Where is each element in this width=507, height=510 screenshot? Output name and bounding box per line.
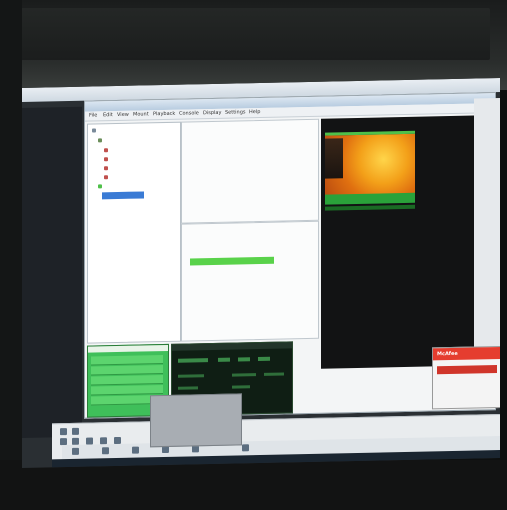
left-edge-background: [0, 0, 22, 510]
thumbnail-shadow: [325, 138, 343, 179]
gray-dialog[interactable]: [150, 393, 242, 448]
monitor-meter: [258, 356, 270, 362]
menu-item-playback[interactable]: Playback: [153, 111, 175, 117]
menu-item-file[interactable]: File: [89, 112, 97, 118]
log-status-highlight: [190, 256, 274, 266]
status-panel-header: [88, 344, 168, 353]
taskbar-icon[interactable]: [102, 447, 109, 455]
tree-item[interactable]: [104, 157, 110, 163]
device-icon: [104, 175, 108, 180]
monitor-meter: [178, 386, 198, 390]
mcafee-popup[interactable]: McAfee: [432, 345, 500, 410]
tree-item[interactable]: [98, 138, 104, 144]
folder-icon: [92, 128, 96, 133]
device-icon: [98, 138, 102, 143]
menu-item-settings[interactable]: Settings: [225, 109, 246, 115]
status-row[interactable]: [91, 375, 163, 386]
device-icon: [98, 184, 102, 189]
tree-item[interactable]: [104, 175, 110, 181]
monitor-panel-header: [172, 342, 292, 351]
log-pane: [181, 220, 319, 342]
monitor-bottom-bezel: [0, 460, 507, 510]
tree-item[interactable]: [104, 166, 110, 172]
taskbar-icon[interactable]: [242, 444, 249, 452]
image-preview-pane: [321, 115, 491, 369]
tree-pane: [87, 121, 181, 344]
info-pane: [181, 118, 319, 224]
thumbnail-progress-bar: [325, 204, 415, 211]
tree-item-selected[interactable]: [102, 191, 144, 200]
monitor-meter: [218, 357, 230, 362]
device-icon: [104, 166, 108, 171]
shelf-background: [20, 8, 490, 60]
menu-item-display[interactable]: Display: [203, 110, 221, 116]
tree-item[interactable]: [92, 128, 98, 134]
device-icon: [104, 148, 108, 153]
monitor-meter: [264, 372, 284, 376]
monitor-meter: [178, 374, 204, 378]
thumbnail-caption-bar[interactable]: [325, 192, 415, 205]
status-row[interactable]: [91, 355, 163, 366]
status-row[interactable]: [91, 365, 163, 376]
menu-item-help[interactable]: Help: [249, 109, 260, 115]
menu-item-console[interactable]: Console: [179, 110, 199, 116]
popup-title: McAfee: [437, 350, 458, 358]
taskbar-icon[interactable]: [72, 447, 79, 455]
monitor-meter: [232, 373, 256, 377]
menu-item-edit[interactable]: Edit: [103, 112, 113, 118]
status-row[interactable]: [91, 385, 163, 396]
monitor-meter: [232, 385, 250, 389]
taskbar-icon[interactable]: [132, 446, 139, 454]
monitor-screen: File Edit View Mount Playback Console Di…: [22, 77, 500, 468]
taskbar-icon[interactable]: [72, 427, 79, 435]
popup-action-bar[interactable]: [437, 365, 497, 375]
monitor-meter: [238, 357, 250, 362]
desktop-background: [22, 106, 82, 439]
taskbar-icon[interactable]: [60, 428, 67, 436]
tree-item[interactable]: [104, 148, 110, 154]
popup-header: McAfee: [433, 346, 500, 361]
menu-item-mount[interactable]: Mount: [133, 111, 149, 117]
menu-item-view[interactable]: View: [117, 112, 129, 118]
monitor-meter: [178, 358, 208, 363]
tree-item[interactable]: [98, 184, 104, 190]
device-icon: [104, 157, 108, 162]
